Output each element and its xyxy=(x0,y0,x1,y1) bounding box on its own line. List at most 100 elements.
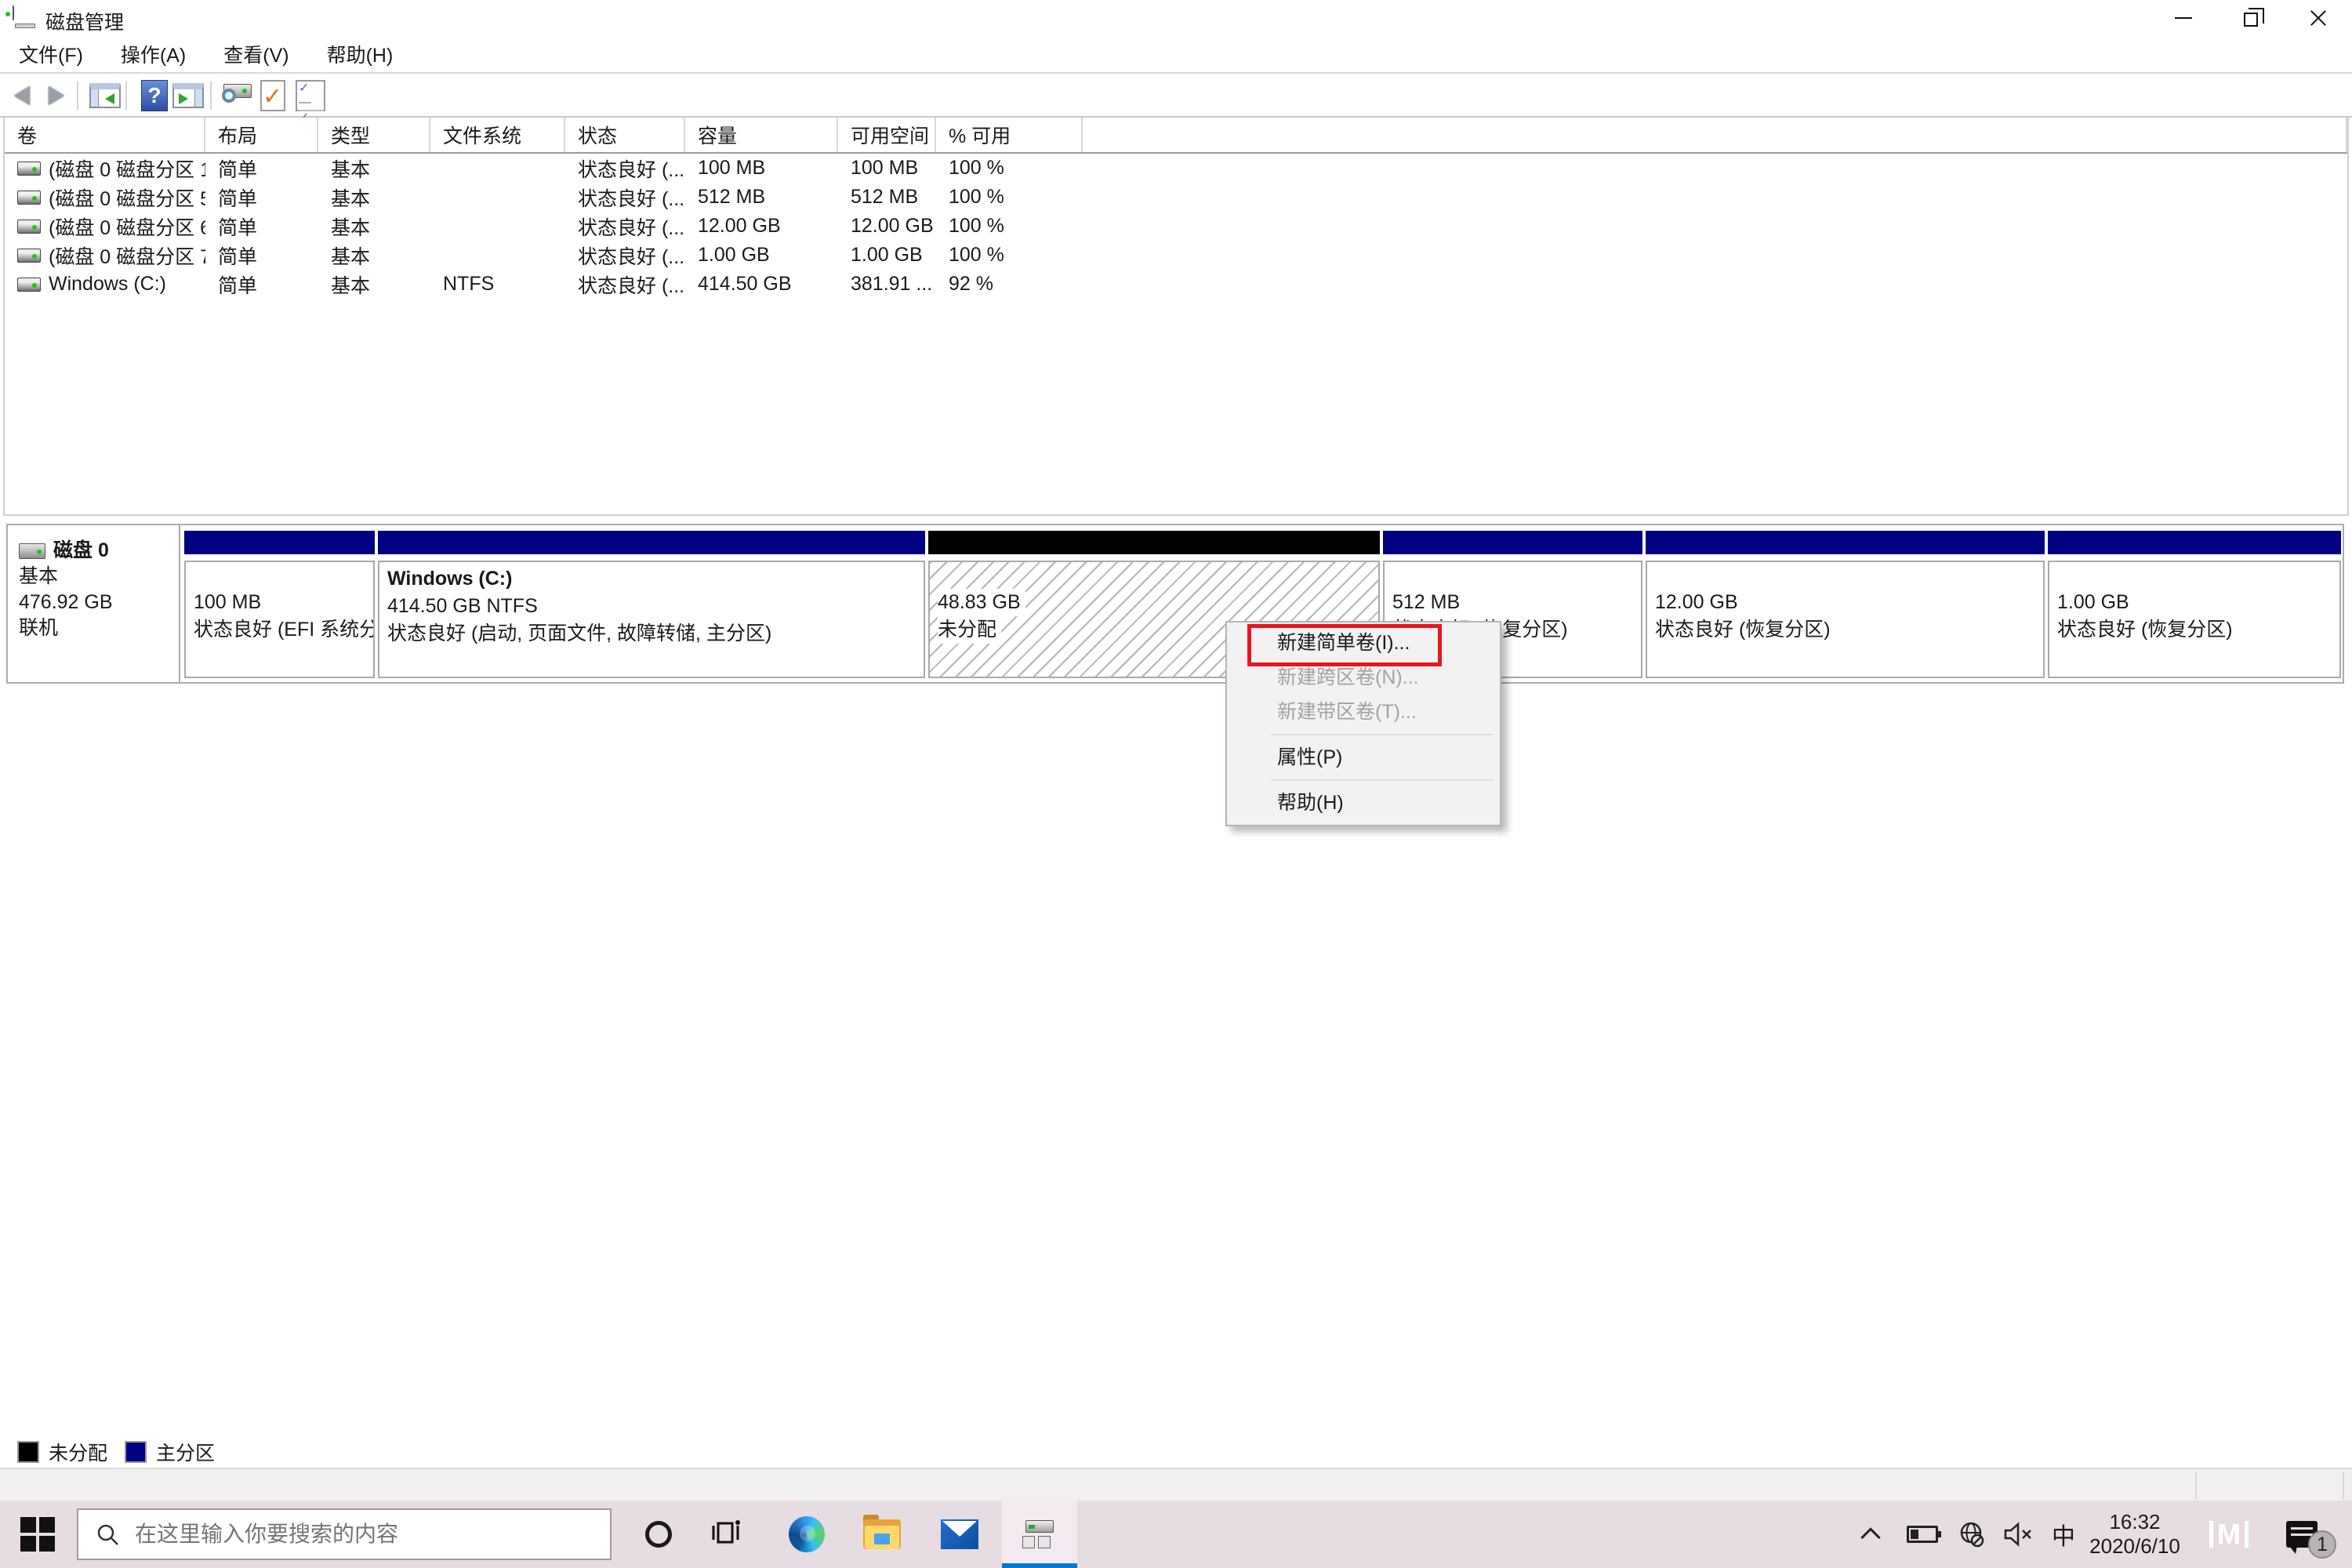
task-view-button[interactable] xyxy=(690,1501,765,1568)
toolbar-separator xyxy=(125,82,127,110)
ime-indicator[interactable]: 中 xyxy=(2042,1501,2085,1568)
tray-overflow-button[interactable] xyxy=(1850,1501,1891,1568)
column-header-capacity[interactable]: 容量 xyxy=(685,118,838,152)
volume-name: (磁盘 0 磁盘分区 1) xyxy=(49,154,205,183)
volume-icon xyxy=(17,278,41,292)
restore-button[interactable] xyxy=(2217,0,2285,36)
table-row[interactable]: (磁盘 0 磁盘分区 1) 简单 基本 状态良好 (... 100 MB 100… xyxy=(5,154,2347,183)
column-header-type[interactable]: 类型 xyxy=(318,118,430,152)
menu-help[interactable]: 帮助(H) xyxy=(308,35,412,73)
layout-cell: 简单 xyxy=(205,212,318,241)
minimize-button[interactable] xyxy=(2150,0,2217,36)
start-button[interactable] xyxy=(0,1501,75,1568)
free-cell: 1.00 GB xyxy=(838,244,936,267)
menu-separator xyxy=(1271,734,1494,735)
partition-status: 未分配 xyxy=(938,616,1001,644)
file-explorer-button[interactable] xyxy=(844,1501,920,1568)
battery-tray-button[interactable] xyxy=(1900,1501,1944,1568)
type-cell: 基本 xyxy=(318,183,430,212)
date-text: 2020/6/10 xyxy=(2089,1534,2180,1559)
console-tree-icon xyxy=(89,83,121,108)
column-header-filesystem[interactable]: 文件系统 xyxy=(430,118,565,152)
disk0-info-panel[interactable]: 磁盘 0 基本 476.92 GB 联机 xyxy=(6,524,180,684)
disk-management-icon xyxy=(1022,1519,1057,1550)
help-icon: ? xyxy=(141,80,168,111)
task-list-button[interactable]: ✓ —✓ — xyxy=(293,79,328,112)
action-pane-button[interactable] xyxy=(171,79,205,112)
type-cell: 基本 xyxy=(318,212,430,241)
rescan-disks-button[interactable] xyxy=(220,79,254,112)
back-button[interactable] xyxy=(5,79,39,112)
menu-item-properties[interactable]: 属性(P) xyxy=(1227,740,1500,775)
primary-partition-strip xyxy=(1383,531,1642,554)
title-bar: 磁盘管理 xyxy=(0,0,2352,36)
capacity-cell: 100 MB xyxy=(685,157,838,180)
partition-efi[interactable]: 100 MB 状态良好 (EFI 系统分 xyxy=(184,531,375,680)
partition-recovery-12gb[interactable]: 12.00 GB 状态良好 (恢复分区) xyxy=(1646,531,2045,680)
menu-item-new-simple-volume[interactable]: 新建简单卷(I)... xyxy=(1227,626,1500,660)
statusbar-separator xyxy=(2195,1472,2197,1499)
column-header-status[interactable]: 状态 xyxy=(565,118,685,152)
menu-item-new-spanned-volume: 新建跨区卷(N)... xyxy=(1227,660,1500,695)
edge-button[interactable] xyxy=(769,1501,844,1568)
checklist-icon: ✓ —✓ — xyxy=(296,80,325,111)
free-cell: 12.00 GB xyxy=(838,215,936,238)
menu-view[interactable]: 查看(V) xyxy=(205,35,307,73)
menu-bar: 文件(F) 操作(A) 查看(V) 帮助(H) xyxy=(0,36,2352,72)
help-button[interactable]: ? xyxy=(137,79,172,112)
close-button[interactable] xyxy=(2285,0,2352,36)
console-tree-button[interactable] xyxy=(88,79,122,112)
disk-management-app-icon xyxy=(13,6,38,28)
close-icon xyxy=(2308,8,2328,28)
cortana-button[interactable] xyxy=(621,1501,696,1568)
pct-cell: 100 % xyxy=(936,244,1083,267)
volume-tray-button[interactable] xyxy=(1996,1501,2040,1568)
primary-partition-strip xyxy=(1646,531,2045,554)
partition-recovery-1gb[interactable]: 1.00 GB 状态良好 (恢复分区) xyxy=(2048,531,2341,680)
column-header-free-space[interactable]: 可用空间 xyxy=(838,118,936,152)
chevron-up-icon xyxy=(1860,1527,1880,1547)
clock[interactable]: 16:32 2020/6/10 xyxy=(2089,1501,2181,1568)
type-cell: 基本 xyxy=(318,154,430,183)
layout-cell: 简单 xyxy=(205,270,318,299)
disk-management-taskbar-button[interactable] xyxy=(1002,1501,1077,1568)
partition-size: 48.83 GB xyxy=(938,589,1025,616)
pc-manager-tray-button[interactable]: M xyxy=(2195,1501,2263,1568)
statusbar-separator xyxy=(2343,1472,2344,1499)
partition-size: 414.50 GB NTFS xyxy=(387,593,924,620)
table-row[interactable]: (磁盘 0 磁盘分区 6) 简单 基本 状态良好 (... 12.00 GB 1… xyxy=(5,212,2347,241)
primary-partition-strip xyxy=(184,531,375,554)
status-cell: 状态良好 (... xyxy=(565,212,685,241)
table-row[interactable]: (磁盘 0 磁盘分区 5) 简单 基本 状态良好 (... 512 MB 512… xyxy=(5,183,2347,212)
partition-size: 12.00 GB xyxy=(1655,589,2043,616)
partition-c[interactable]: Windows (C:) 414.50 GB NTFS 状态良好 (启动, 页面… xyxy=(378,531,925,680)
menu-item-new-striped-volume: 新建带区卷(T)... xyxy=(1227,695,1500,729)
status-bar xyxy=(0,1468,2352,1501)
mail-icon xyxy=(941,1519,978,1549)
column-header-volume[interactable]: 卷 xyxy=(5,118,205,152)
taskbar-search[interactable] xyxy=(77,1508,612,1560)
mail-button[interactable] xyxy=(922,1501,997,1568)
legend: 未分配 主分区 xyxy=(17,1438,215,1466)
table-row[interactable]: Windows (C:) 简单 基本 NTFS 状态良好 (... 414.50… xyxy=(5,270,2347,299)
status-cell: 状态良好 (... xyxy=(565,270,685,299)
column-header-pct-free[interactable]: % 可用 xyxy=(936,118,1083,152)
globe-no-internet-icon xyxy=(1957,1520,1985,1548)
network-tray-button[interactable] xyxy=(1949,1501,1993,1568)
menu-action[interactable]: 操作(A) xyxy=(102,35,205,73)
toolbar: ? ✓ ✓ —✓ — xyxy=(0,72,2352,118)
column-header-layout[interactable]: 布局 xyxy=(205,118,318,152)
menu-item-help[interactable]: 帮助(H) xyxy=(1227,786,1500,820)
table-row[interactable]: (磁盘 0 磁盘分区 7) 简单 基本 状态良好 (... 1.00 GB 1.… xyxy=(5,241,2347,270)
check-volume-button[interactable]: ✓ xyxy=(256,79,290,112)
primary-legend-label: 主分区 xyxy=(156,1438,215,1466)
action-pane-icon xyxy=(172,83,204,108)
search-input[interactable] xyxy=(135,1522,574,1547)
disk-name: 磁盘 0 xyxy=(53,538,109,564)
forward-button[interactable] xyxy=(39,79,74,112)
menu-file[interactable]: 文件(F) xyxy=(0,35,102,73)
status-cell: 状态良好 (... xyxy=(565,241,685,270)
disk-size: 476.92 GB xyxy=(19,590,179,615)
primary-partition-strip xyxy=(2048,531,2341,554)
toolbar-separator xyxy=(77,82,78,110)
